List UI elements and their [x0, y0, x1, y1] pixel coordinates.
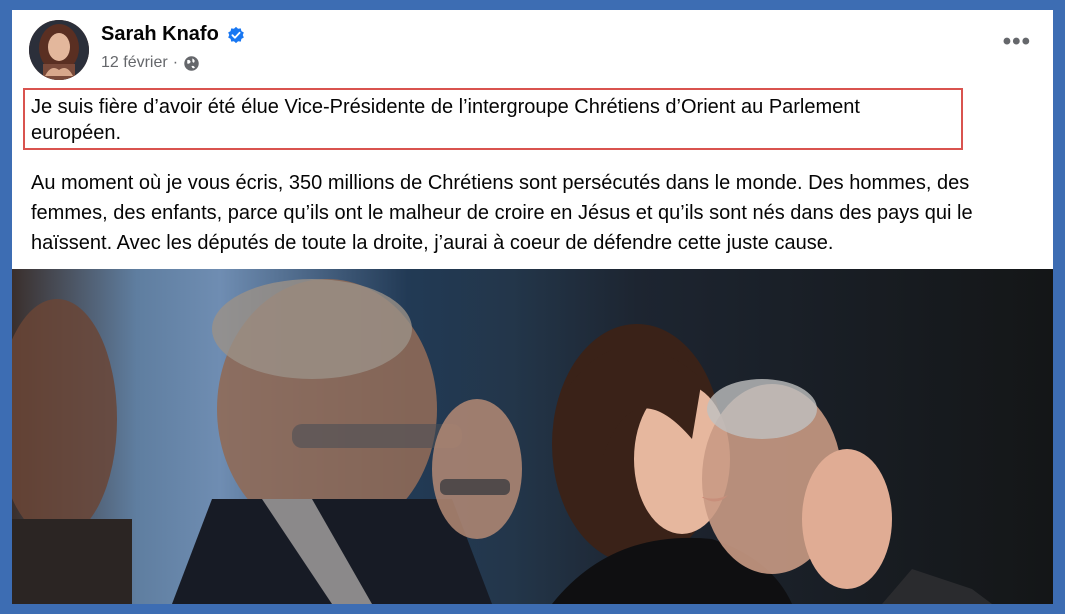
post-meta: 12 février · — [101, 54, 200, 72]
facebook-post-card: Sarah Knafo 12 février · ••• Je suis fiè… — [12, 10, 1053, 604]
post-body-text: Au moment où je vous écris, 350 millions… — [31, 172, 973, 254]
more-options-icon[interactable]: ••• — [1003, 30, 1031, 54]
author-avatar[interactable] — [29, 20, 89, 80]
globe-icon[interactable] — [183, 55, 200, 72]
post-date[interactable]: 12 février — [101, 54, 168, 72]
author-name[interactable]: Sarah Knafo — [101, 23, 219, 46]
author-name-row: Sarah Knafo — [101, 23, 245, 46]
post-header: Sarah Knafo 12 février · ••• — [12, 10, 1053, 90]
verified-badge-icon — [227, 26, 245, 44]
meta-separator: · — [172, 54, 179, 71]
post-photo[interactable] — [12, 269, 1053, 604]
highlighted-post-text: Je suis fière d’avoir été élue Vice-Prés… — [31, 96, 860, 144]
